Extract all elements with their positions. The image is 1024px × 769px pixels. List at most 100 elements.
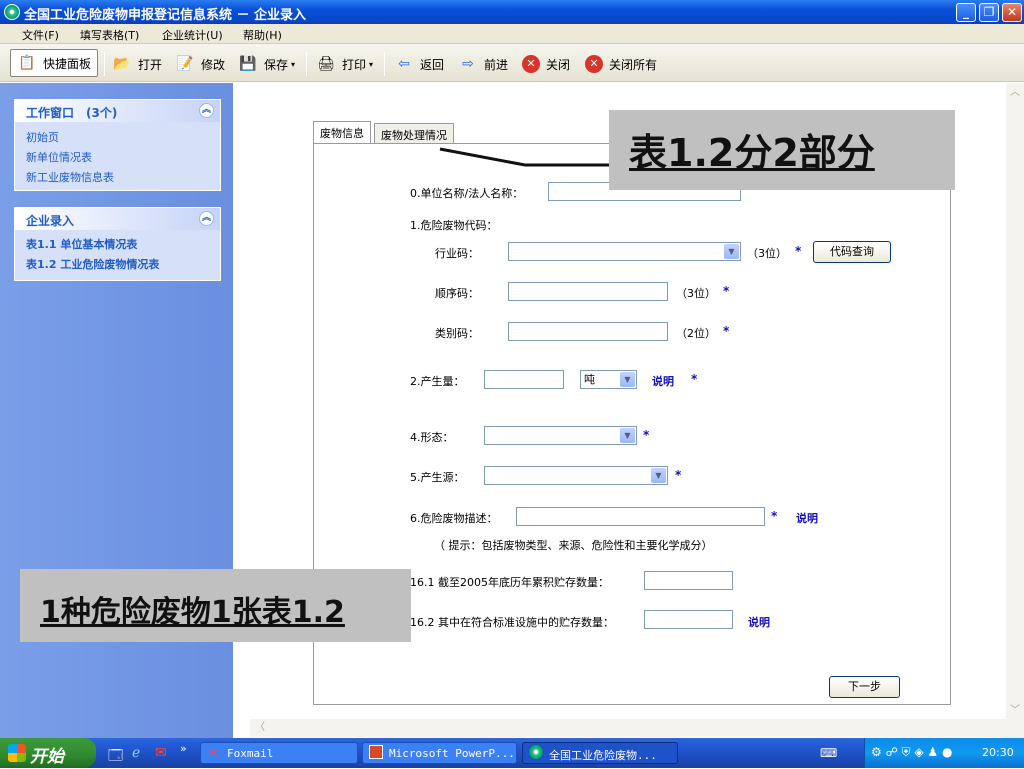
required-star: *: [643, 428, 650, 442]
category-code-hint: （2位）: [676, 327, 716, 340]
collapse-icon[interactable]: ︽: [199, 103, 214, 118]
folder-icon: 📂: [113, 56, 131, 72]
waste-code-label: 1.危险废物代码：: [410, 219, 498, 232]
close-window-button[interactable]: ✕: [1002, 3, 1022, 22]
storage-explain-link[interactable]: 说明: [748, 614, 770, 630]
print-button[interactable]: 🖨 打印 ▾: [316, 52, 373, 76]
sequence-code-input[interactable]: [508, 282, 668, 301]
close-circle-icon: ✕: [585, 55, 603, 73]
sidebar-item-table-1-1[interactable]: 表1.1 单位基本情况表: [15, 234, 220, 254]
group-header[interactable]: 企业录入 ︽: [15, 208, 220, 230]
required-star: *: [675, 468, 682, 482]
close-button[interactable]: ✕ 关闭: [522, 52, 570, 76]
accumulated-storage-label: 16.1 截至2005年底历年累积贮存数量：: [410, 576, 609, 589]
code-query-button[interactable]: 代码查询: [813, 241, 891, 263]
toolbar-separator: [306, 52, 307, 76]
quantity-input[interactable]: [484, 370, 564, 389]
horizontal-scrollbar[interactable]: 〈: [250, 719, 1006, 737]
collapse-icon[interactable]: ︽: [199, 211, 214, 226]
industry-code-hint: （3位）: [747, 247, 787, 260]
sidebar-item-new-waste[interactable]: 新工业废物信息表: [15, 167, 220, 187]
required-star: *: [771, 509, 778, 523]
required-star: *: [691, 372, 698, 386]
task-hazardous-waste-system[interactable]: 全国工业危险废物...: [522, 742, 678, 764]
system-tray: ⚙ ☍ ⛨ ◈ ♟ ● 20:30: [864, 738, 1024, 768]
restore-button[interactable]: ❐: [979, 3, 999, 22]
callout-connector: [439, 147, 630, 167]
sequence-code-hint: （3位）: [676, 287, 716, 300]
tab-waste-info[interactable]: 废物信息: [313, 121, 371, 143]
description-explain-link[interactable]: 说明: [796, 510, 818, 526]
keyboard-icon[interactable]: ⌨: [820, 746, 837, 760]
minimize-button[interactable]: _: [956, 3, 976, 22]
windows-logo-icon: [8, 744, 26, 762]
description-tip: （ 提示：包括废物类型、来源、危险性和主要化学成分）: [434, 539, 713, 552]
compliant-storage-input[interactable]: [644, 610, 733, 629]
save-icon: 💾: [239, 56, 257, 72]
task-powerpoint[interactable]: Microsoft PowerP...: [362, 742, 517, 764]
quick-panel-button[interactable]: 📋 快捷面板: [10, 49, 99, 77]
foxmail-icon: ✉: [208, 746, 219, 760]
open-button[interactable]: 📂 打开: [112, 52, 162, 76]
title-bar: 全国工业危险废物申报登记信息系统 － 企业录入 _ ❐ ✕: [0, 0, 1024, 24]
save-button[interactable]: 💾 保存 ▾: [238, 52, 295, 76]
toolbar: 📋 快捷面板 📂 打开 📝 修改 💾 保存 ▾ 🖨 打印 ▾ ⇦ 返回 ⇨ 前进 ✕ 关闭 ✕ 关闭所…: [0, 44, 1024, 82]
back-button[interactable]: ⇦ 返回: [394, 52, 444, 76]
required-star: *: [723, 324, 730, 338]
form-state-label: 4.形态：: [410, 431, 454, 444]
callout-table-parts: 表1.2分2部分: [609, 110, 955, 190]
category-code-label: 类别码：: [435, 327, 479, 340]
quicklaunch-more-icon[interactable]: »: [180, 742, 187, 755]
panel-icon: 📋: [18, 55, 36, 71]
enterprise-entry-group: 企业录入 ︽ 表1.1 单位基本情况表 表1.2 工业危险废物情况表: [14, 207, 221, 281]
app-icon: [529, 745, 543, 759]
quantity-label: 2.产生量：: [410, 375, 465, 388]
sidebar-item-new-unit[interactable]: 新单位情况表: [15, 147, 220, 167]
category-code-input[interactable]: [508, 322, 668, 341]
close-all-button[interactable]: ✕ 关闭所有: [585, 52, 657, 76]
description-label: 6.危险废物描述：: [410, 512, 498, 525]
back-arrow-icon: ⇦: [398, 56, 410, 72]
menu-help[interactable]: 帮助(H): [243, 27, 282, 43]
dropdown-arrow-icon: ▾: [291, 59, 296, 69]
menu-statistics[interactable]: 企业统计(U): [162, 27, 223, 43]
edit-icon: 📝: [176, 56, 194, 72]
scroll-down-icon[interactable]: ﹀: [1007, 703, 1023, 719]
accumulated-storage-input[interactable]: [644, 571, 733, 590]
clock: 20:30: [982, 746, 1014, 759]
dropdown-arrow-icon: ▾: [369, 59, 374, 69]
form-state-select[interactable]: ▼: [484, 426, 637, 445]
callout-one-table-per-waste: 1种危险废物1张表1.2: [20, 569, 411, 642]
edit-button[interactable]: 📝 修改: [175, 52, 225, 76]
tray-icons[interactable]: ⚙ ☍ ⛨ ◈ ♟ ●: [871, 745, 952, 760]
app-icon: [4, 4, 20, 20]
work-window-group: 工作窗口 (3个) ︽ 初始页 新单位情况表 新工业废物信息表: [14, 99, 221, 191]
sequence-code-label: 顺序码：: [435, 287, 479, 300]
next-step-button[interactable]: 下一步: [829, 676, 900, 698]
menu-file[interactable]: 文件(F): [22, 27, 59, 43]
menu-bar: 文件(F) 填写表格(T) 企业统计(U) 帮助(H): [0, 24, 1024, 44]
task-foxmail[interactable]: Foxmail: [200, 742, 358, 764]
close-circle-icon: ✕: [522, 55, 540, 73]
quicklaunch-foxmail-icon[interactable]: ✉: [155, 745, 167, 761]
window-title: 全国工业危险废物申报登记信息系统 － 企业录入: [24, 8, 307, 23]
quicklaunch-desktop-icon[interactable]: 🗔: [108, 745, 123, 769]
description-input[interactable]: [516, 507, 765, 526]
powerpoint-icon: [369, 745, 383, 759]
source-select[interactable]: ▼: [484, 466, 668, 485]
group-header[interactable]: 工作窗口 (3个) ︽: [15, 100, 220, 122]
sidebar-item-home[interactable]: 初始页: [15, 127, 220, 147]
toolbar-separator: [384, 52, 385, 76]
vertical-scrollbar[interactable]: ︿ ﹀: [1006, 83, 1024, 738]
forward-button[interactable]: ⇨ 前进: [458, 52, 508, 76]
menu-fill-table[interactable]: 填写表格(T): [80, 27, 139, 43]
quantity-explain-link[interactable]: 说明: [652, 373, 674, 389]
scroll-up-icon[interactable]: ︿: [1007, 85, 1023, 101]
unit-select[interactable]: 吨 ▼: [580, 370, 637, 389]
printer-icon: 🖨: [317, 56, 335, 72]
scroll-left-icon[interactable]: 〈: [252, 720, 268, 736]
quicklaunch-ie-icon[interactable]: ℯ: [132, 745, 140, 761]
sidebar-item-table-1-2[interactable]: 表1.2 工业危险废物情况表: [15, 254, 220, 274]
industry-code-select[interactable]: ▼: [508, 242, 741, 261]
chevron-down-icon: ▼: [651, 468, 666, 483]
